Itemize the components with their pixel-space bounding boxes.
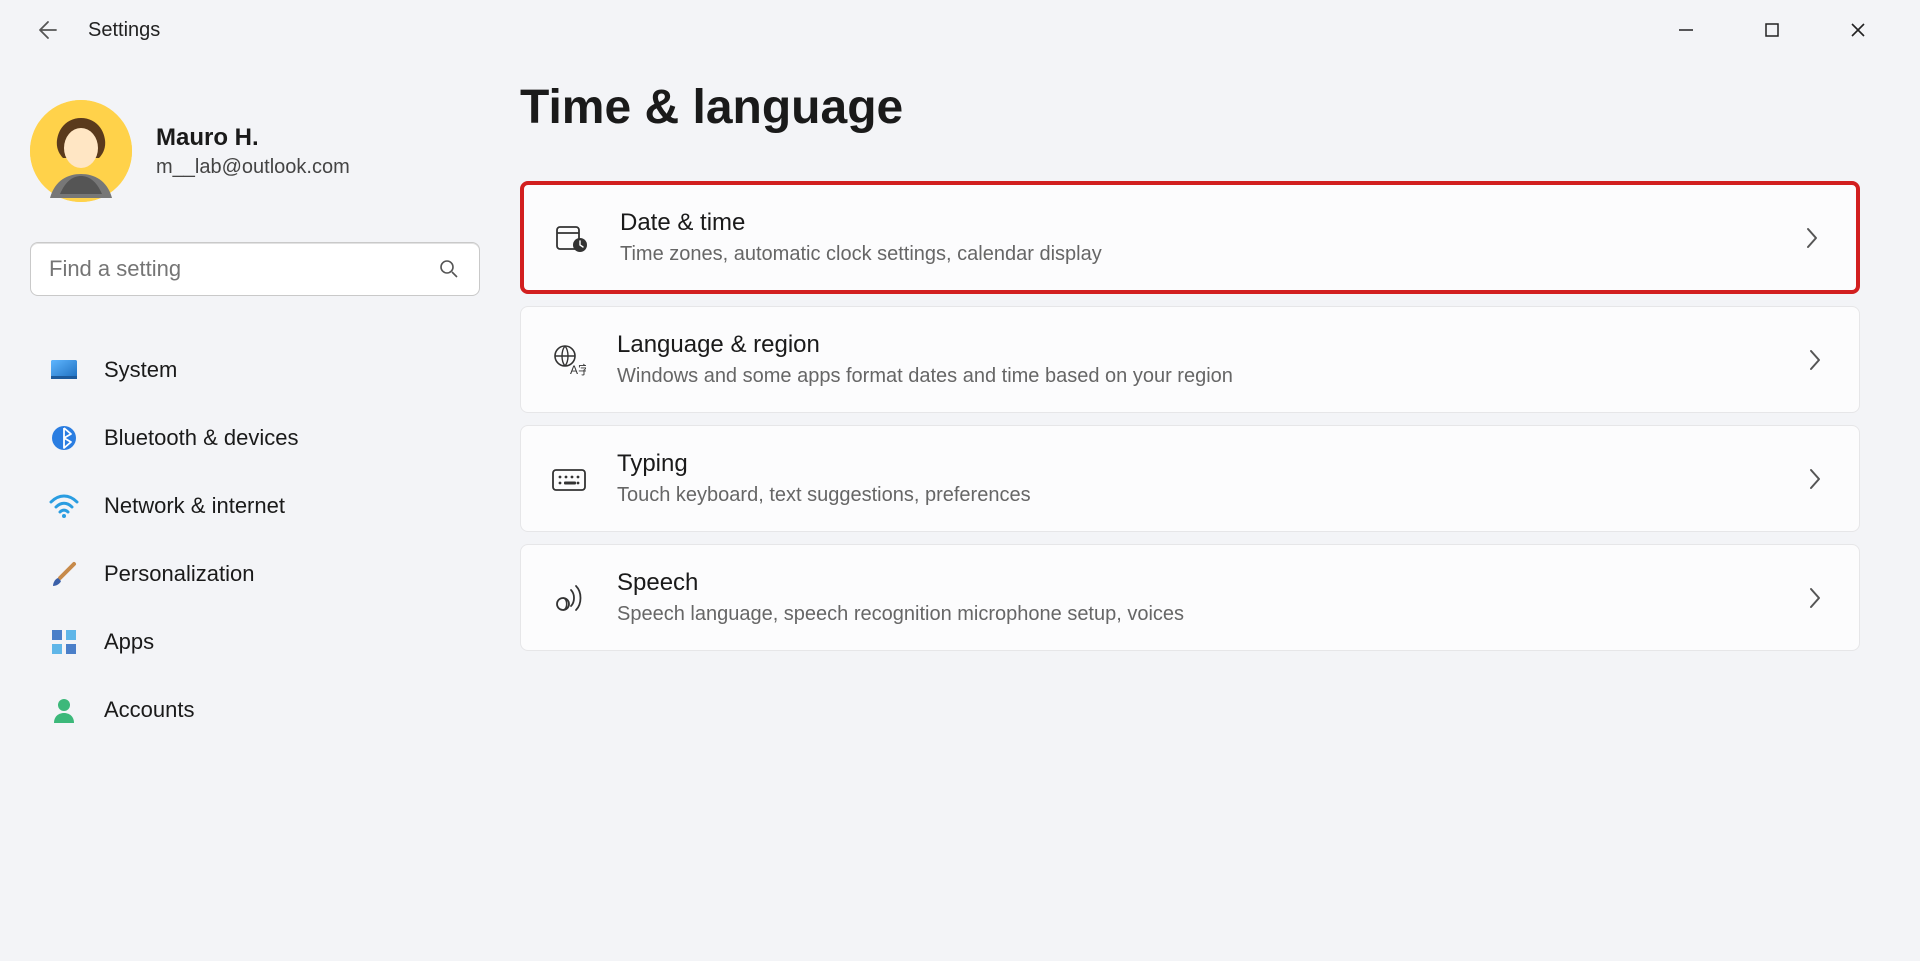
sidebar-item-accounts[interactable]: Accounts bbox=[30, 676, 460, 744]
app-title: Settings bbox=[88, 19, 160, 42]
card-title: Date & time bbox=[620, 209, 1768, 237]
chevron-right-icon bbox=[1801, 346, 1829, 374]
card-date-time[interactable]: Date & time Time zones, automatic clock … bbox=[520, 181, 1860, 294]
close-button[interactable] bbox=[1838, 10, 1878, 50]
sidebar: Mauro H. m__lab@outlook.com System Blu bbox=[0, 60, 490, 961]
sidebar-item-label: Personalization bbox=[104, 561, 254, 587]
sidebar-item-label: System bbox=[104, 357, 177, 383]
sidebar-item-apps[interactable]: Apps bbox=[30, 608, 460, 676]
card-desc: Windows and some apps format dates and t… bbox=[617, 365, 1771, 388]
maximize-button[interactable] bbox=[1752, 10, 1792, 50]
calendar-clock-icon bbox=[554, 220, 590, 256]
user-email: m__lab@outlook.com bbox=[156, 156, 350, 179]
sidebar-item-network[interactable]: Network & internet bbox=[30, 472, 460, 540]
close-icon bbox=[1849, 21, 1867, 39]
person-icon bbox=[48, 694, 80, 726]
chevron-right-icon bbox=[1801, 584, 1829, 612]
user-name: Mauro H. bbox=[156, 124, 350, 152]
sidebar-item-label: Apps bbox=[104, 629, 154, 655]
minimize-button[interactable] bbox=[1666, 10, 1706, 50]
titlebar: Settings bbox=[0, 0, 1920, 60]
keyboard-icon bbox=[551, 461, 587, 497]
chevron-right-icon bbox=[1798, 224, 1826, 252]
card-typing[interactable]: Typing Touch keyboard, text suggestions,… bbox=[520, 425, 1860, 532]
speech-icon bbox=[551, 580, 587, 616]
page-title: Time & language bbox=[520, 80, 1860, 135]
bluetooth-icon bbox=[48, 422, 80, 454]
sidebar-item-label: Accounts bbox=[104, 697, 195, 723]
system-icon bbox=[48, 354, 80, 386]
paintbrush-icon bbox=[48, 558, 80, 590]
card-title: Language & region bbox=[617, 331, 1771, 359]
minimize-icon bbox=[1677, 21, 1695, 39]
avatar bbox=[30, 100, 132, 202]
card-language-region[interactable]: A字 Language & region Windows and some ap… bbox=[520, 306, 1860, 413]
chevron-right-icon bbox=[1801, 465, 1829, 493]
sidebar-item-system[interactable]: System bbox=[30, 336, 460, 404]
back-button[interactable] bbox=[28, 10, 68, 50]
avatar-icon bbox=[30, 100, 132, 202]
card-title: Speech bbox=[617, 569, 1771, 597]
card-desc: Touch keyboard, text suggestions, prefer… bbox=[617, 484, 1771, 507]
wifi-icon bbox=[48, 490, 80, 522]
card-desc: Time zones, automatic clock settings, ca… bbox=[620, 243, 1768, 266]
search-icon bbox=[437, 257, 461, 281]
maximize-icon bbox=[1764, 22, 1780, 38]
sidebar-item-bluetooth[interactable]: Bluetooth & devices bbox=[30, 404, 460, 472]
arrow-left-icon bbox=[36, 18, 60, 42]
globe-language-icon: A字 bbox=[551, 342, 587, 378]
search-box[interactable] bbox=[30, 242, 480, 296]
card-desc: Speech language, speech recognition micr… bbox=[617, 603, 1771, 626]
nav: System Bluetooth & devices Network & int… bbox=[30, 336, 460, 744]
sidebar-item-personalization[interactable]: Personalization bbox=[30, 540, 460, 608]
card-title: Typing bbox=[617, 450, 1771, 478]
sidebar-item-label: Network & internet bbox=[104, 493, 285, 519]
apps-icon bbox=[48, 626, 80, 658]
main-pane: Time & language Date & time Time zones, … bbox=[490, 60, 1920, 961]
search-input[interactable] bbox=[49, 256, 437, 282]
user-profile[interactable]: Mauro H. m__lab@outlook.com bbox=[30, 100, 460, 202]
sidebar-item-label: Bluetooth & devices bbox=[104, 425, 298, 451]
svg-text:A字: A字 bbox=[570, 362, 586, 376]
card-speech[interactable]: Speech Speech language, speech recogniti… bbox=[520, 544, 1860, 651]
